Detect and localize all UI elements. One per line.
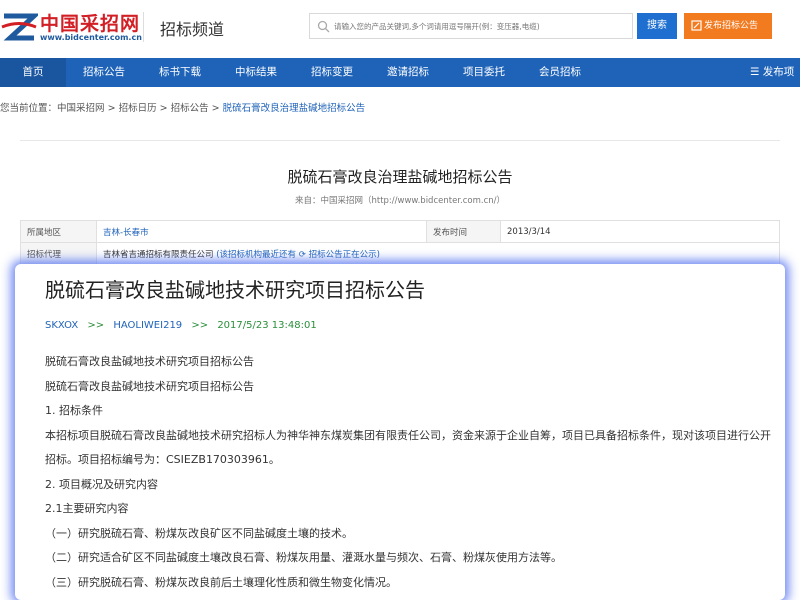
meta-arrow: >> bbox=[87, 320, 105, 331]
region-value[interactable]: 吉林-长春市 bbox=[96, 220, 427, 243]
agent-label: 招标代理 bbox=[20, 242, 97, 265]
nav-publish-item[interactable]: ☰ 发布项 bbox=[750, 58, 794, 87]
nav-item-document-download[interactable]: 标书下载 bbox=[142, 58, 218, 87]
background-page-title: 脱硫石膏改良治理盐碱地招标公告 bbox=[287, 168, 513, 186]
main-nav: 首页 招标公告 标书下载 中标结果 招标变更 邀请招标 项目委托 会员招标 ☰ … bbox=[0, 58, 800, 87]
header-divider bbox=[143, 12, 144, 42]
logo-text: 中国采招网 bbox=[40, 13, 141, 35]
article-meta: SKXOX >> HAOLIWEI219 >> 2017/5/23 13:48:… bbox=[45, 320, 317, 331]
article-card: 脱硫石膏改良盐碱地技术研究项目招标公告 SKXOX >> HAOLIWEI219… bbox=[15, 264, 785, 600]
body-paragraph: （三）研究脱硫石膏、粉煤灰改良前后土壤理化性质和微生物变化情况。 bbox=[45, 575, 397, 589]
info-table: 所属地区 吉林-长春市 发布时间 2013/3/14 招标代理 吉林省吉通招标有… bbox=[20, 220, 780, 265]
nav-item-project-commission[interactable]: 项目委托 bbox=[446, 58, 522, 87]
nav-item-invited-tender[interactable]: 邀请招标 bbox=[370, 58, 446, 87]
site-logo[interactable]: 中国采招网 www.bidcenter.com.cn bbox=[0, 8, 142, 46]
breadcrumb-current: 脱硫石膏改良治理盐碱地招标公告 bbox=[222, 103, 366, 114]
publish-time-value: 2013/3/14 bbox=[500, 220, 780, 243]
body-paragraph: 脱硫石膏改良盐碱地技术研究项目招标公告 bbox=[45, 379, 254, 393]
breadcrumb-home[interactable]: 中国采招网 bbox=[57, 103, 105, 114]
logo-url: www.bidcenter.com.cn bbox=[40, 33, 142, 42]
site-header: 中国采招网 www.bidcenter.com.cn 招标频道 搜索 发布招标公… bbox=[0, 0, 800, 58]
body-paragraph: 1. 招标条件 bbox=[45, 404, 103, 417]
article-body: 脱硫石膏改良盐碱地技术研究项目招标公告 脱硫石膏改良盐碱地技术研究项目招标公告 … bbox=[45, 350, 780, 595]
publish-button-label: 发布招标公告 bbox=[704, 21, 759, 31]
breadcrumb-separator: > bbox=[159, 103, 168, 114]
search-icon bbox=[317, 20, 330, 33]
author-link[interactable]: SKXOX bbox=[45, 320, 78, 331]
search-button[interactable]: 搜索 bbox=[637, 13, 677, 39]
body-paragraph: 2.1主要研究内容 bbox=[45, 502, 129, 515]
nav-item-tender-change[interactable]: 招标变更 bbox=[294, 58, 370, 87]
nav-item-home[interactable]: 首页 bbox=[0, 58, 66, 87]
article-datetime: 2017/5/23 13:48:01 bbox=[217, 320, 317, 331]
article-title: 脱硫石膏改良盐碱地技术研究项目招标公告 bbox=[45, 278, 425, 302]
refresh-icon: ⟳ bbox=[298, 249, 306, 260]
agent-value: 吉林省吉通招标有限责任公司 bbox=[103, 249, 214, 260]
region-label: 所属地区 bbox=[20, 220, 97, 243]
breadcrumb-calendar[interactable]: 招标日历 bbox=[119, 103, 157, 114]
body-paragraph: （二）研究适合矿区不同盐碱度土壤改良石膏、粉煤灰用量、灌溉水量与频次、石膏、粉煤… bbox=[45, 551, 562, 564]
body-paragraph: 2. 项目概况及研究内容 bbox=[45, 477, 158, 491]
author-link[interactable]: HAOLIWEI219 bbox=[113, 320, 182, 331]
search-input[interactable] bbox=[334, 16, 629, 36]
breadcrumb-separator: > bbox=[211, 103, 220, 114]
body-paragraph: （一）研究脱硫石膏、粉煤灰改良矿区不同盐碱度土壤的技术。 bbox=[45, 526, 353, 540]
nav-item-award-result[interactable]: 中标结果 bbox=[218, 58, 294, 87]
search-box bbox=[309, 13, 633, 39]
body-paragraph: 脱硫石膏改良盐碱地技术研究项目招标公告 bbox=[45, 355, 254, 368]
table-row: 所属地区 吉林-长春市 发布时间 2013/3/14 bbox=[20, 220, 780, 243]
breadcrumb-notice[interactable]: 招标公告 bbox=[171, 103, 209, 114]
background-page-source: 来自：中国采招网（http://www.bidcenter.com.cn/） bbox=[294, 196, 506, 206]
meta-arrow: >> bbox=[191, 320, 209, 331]
agent-cell: 吉林省吉通招标有限责任公司 (该招标机构最近还有 ⟳ 招标公告正在公示) bbox=[96, 242, 780, 265]
nav-item-member-tender[interactable]: 会员招标 bbox=[522, 58, 598, 87]
publish-tender-button[interactable]: 发布招标公告 bbox=[684, 13, 772, 39]
breadcrumb-separator: > bbox=[107, 103, 116, 114]
breadcrumb: 您当前位置：中国采招网 > 招标日历 > 招标公告 > 脱硫石膏改良治理盐碱地招… bbox=[0, 100, 365, 114]
nav-item-tender-notice[interactable]: 招标公告 bbox=[66, 58, 142, 87]
logo-mark-icon bbox=[1, 13, 38, 41]
nav-publish-label: 发布项 bbox=[762, 66, 795, 78]
body-paragraph: 本招标项目脱硫石膏改良盐碱地技术研究招标人为神华神东煤炭集团有限责任公司，资金来… bbox=[45, 428, 771, 467]
publish-time-label: 发布时间 bbox=[426, 220, 501, 243]
table-row: 招标代理 吉林省吉通招标有限责任公司 (该招标机构最近还有 ⟳ 招标公告正在公示… bbox=[20, 242, 780, 265]
breadcrumb-prefix: 您当前位置： bbox=[0, 103, 58, 114]
channel-title: 招标频道 bbox=[160, 20, 225, 39]
menu-icon: ☰ bbox=[750, 66, 763, 78]
agent-note[interactable]: (该招标机构最近还有 bbox=[216, 250, 296, 260]
edit-icon bbox=[691, 20, 702, 31]
agent-link[interactable]: 招标公告正在公示) bbox=[309, 250, 380, 260]
